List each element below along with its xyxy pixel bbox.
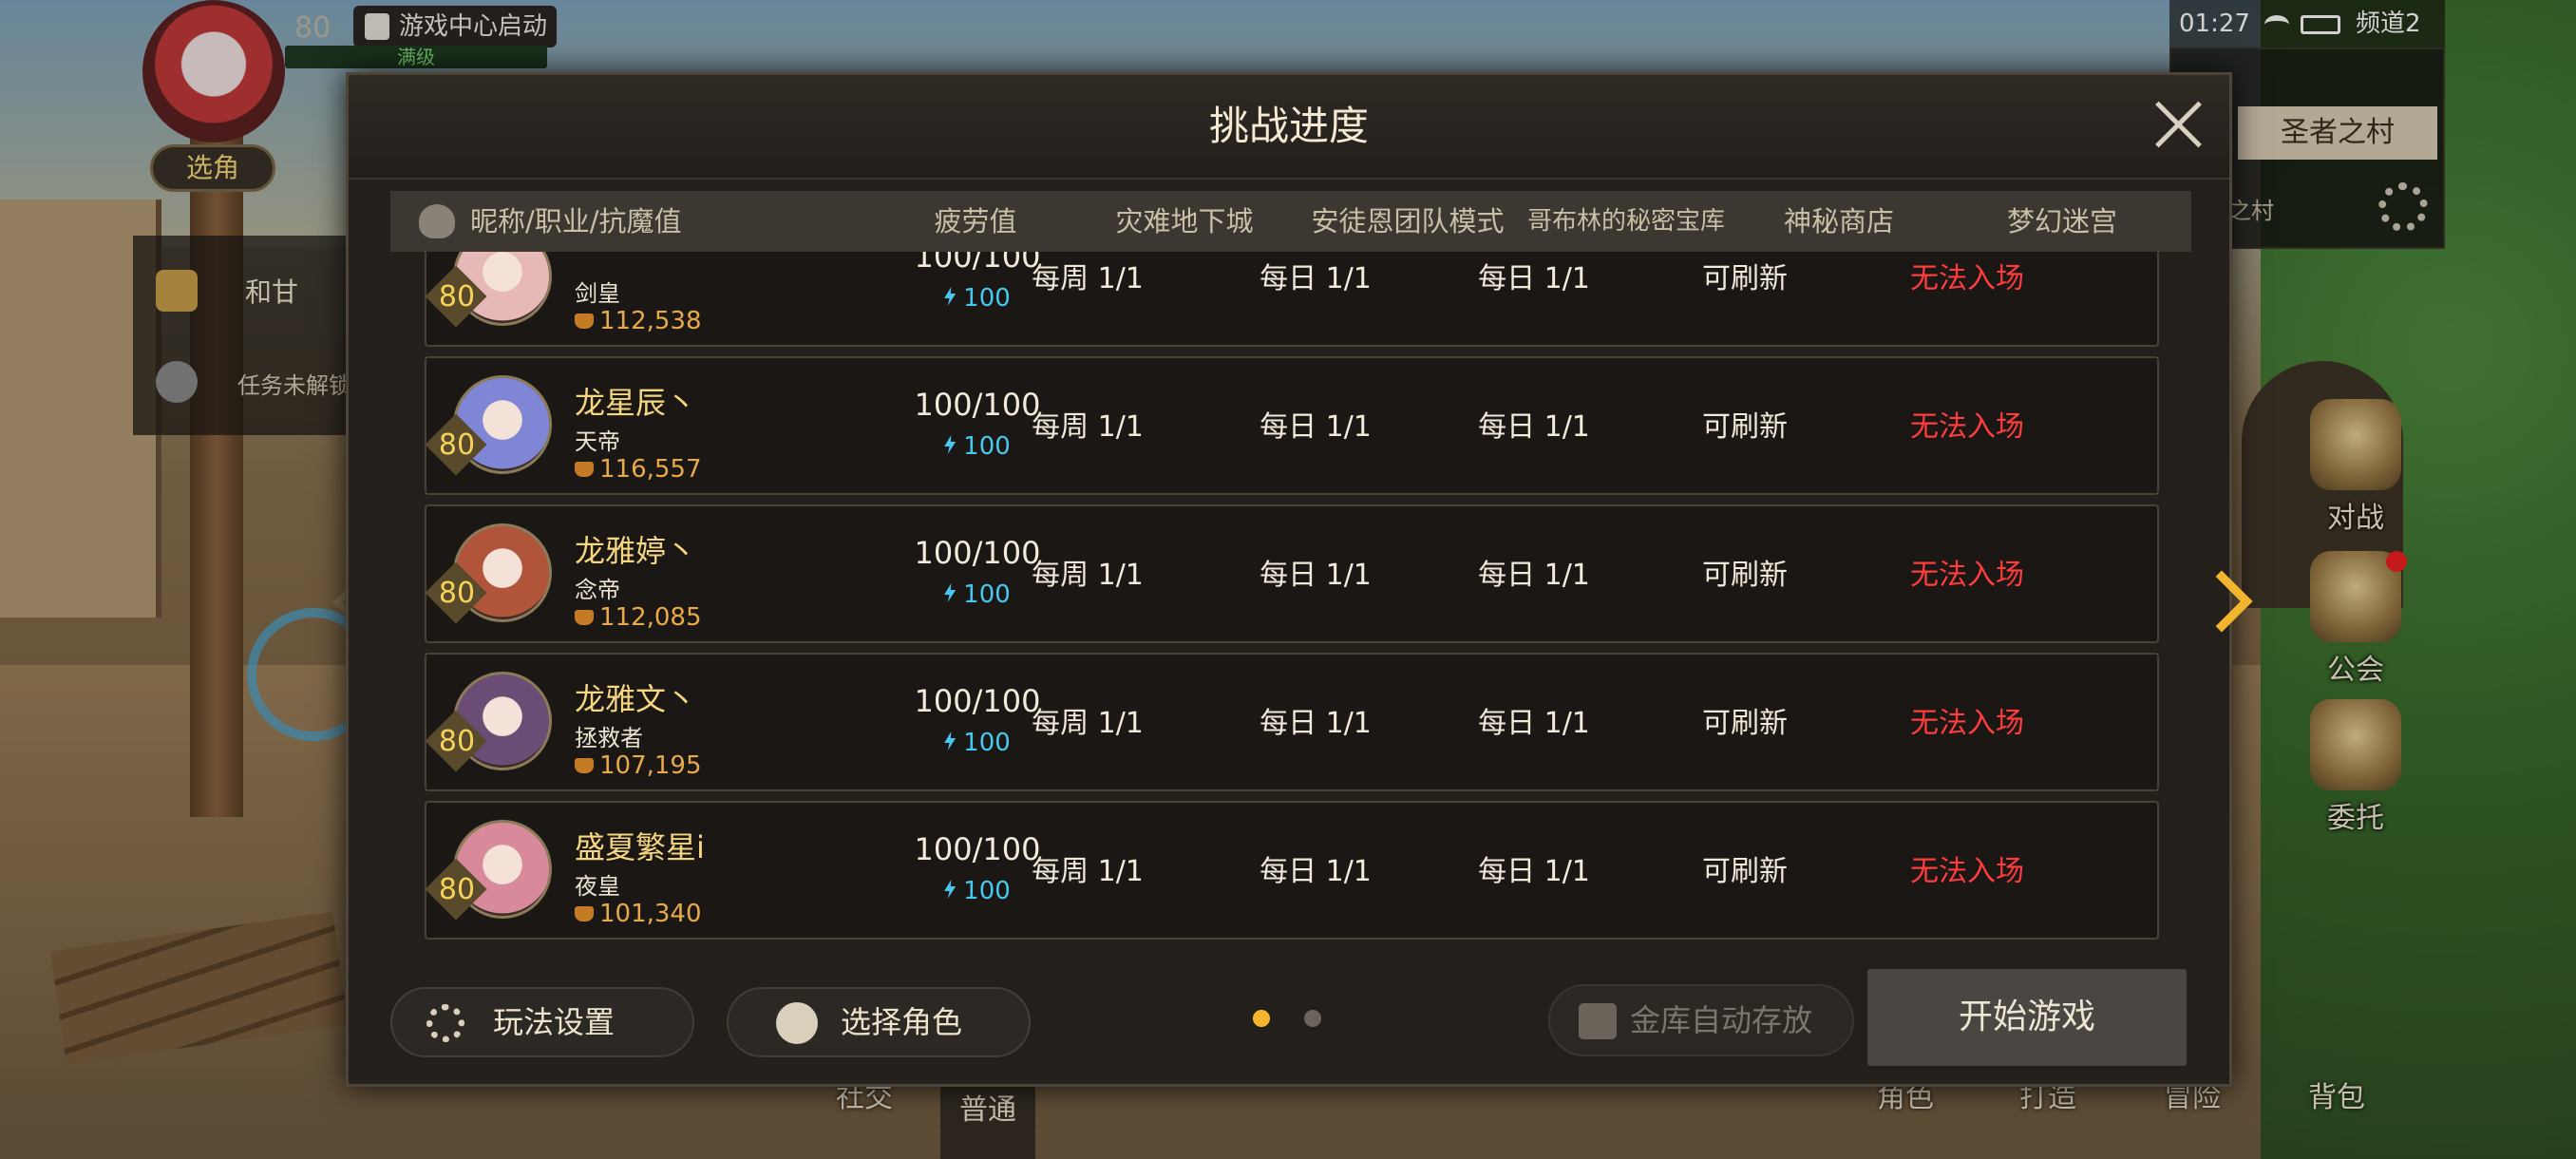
user-icon [419, 204, 455, 238]
vault-auto-store-label: 金库自动存放 [1630, 1002, 1813, 1038]
crown-icon [575, 462, 594, 477]
anti-magic-number: 112,538 [599, 307, 702, 335]
goblin-vault-count: 每日 1/1 [1478, 410, 1590, 444]
anton-raid-count: 每日 1/1 [1260, 410, 1372, 444]
anton-raid-count: 每日 1/1 [1260, 707, 1372, 740]
start-game-button[interactable]: 开始游戏 [1867, 969, 2187, 1066]
vault-icon [1579, 1003, 1617, 1039]
anti-magic-number: 112,085 [599, 603, 702, 632]
challenge-progress-dialog: 挑战进度 昵称/职业/抗魔值 疲劳值 灾难地下城 安徒恩团队模式 哥布林的秘密宝… [346, 72, 2232, 1087]
lightning-icon [944, 435, 957, 454]
page-dot[interactable] [1304, 1010, 1321, 1027]
dream-maze-status: 无法入场 [1910, 559, 2024, 592]
crown-icon [575, 758, 594, 773]
character-name: 龙雅婷丶 [575, 533, 697, 569]
column-goblin-vault: 哥布林的秘密宝库 [1526, 207, 1725, 236]
column-dream-maze: 梦幻迷宫 [2006, 205, 2117, 238]
character-level: 80 [438, 428, 476, 462]
mystery-shop-status: 可刷新 [1702, 559, 1788, 592]
lightning-icon [944, 583, 957, 602]
crown-icon [575, 906, 594, 922]
character-level: 80 [438, 577, 476, 610]
goblin-vault-count: 每日 1/1 [1478, 262, 1590, 295]
table-row[interactable]: 80 盛夏繁星i 夜皇 101,340 100/100 100 每周 1/1 每日 1/1 每日… [425, 801, 2159, 940]
dream-maze-status: 无法入场 [1910, 262, 2024, 295]
dream-maze-status: 无法入场 [1910, 410, 2024, 444]
anti-magic-value: 101,340 [575, 900, 702, 928]
anti-magic-number: 107,195 [599, 751, 702, 780]
anti-magic-number: 101,340 [599, 900, 702, 928]
close-icon[interactable] [2150, 96, 2207, 153]
dream-maze-status: 无法入场 [1910, 707, 2024, 740]
choose-role-label: 选择角色 [841, 1004, 963, 1040]
crown-icon [575, 610, 594, 625]
goblin-vault-count: 每日 1/1 [1478, 855, 1590, 888]
disaster-dungeon-count: 每周 1/1 [1032, 707, 1144, 740]
anti-magic-value: 112,538 [575, 307, 702, 335]
character-class: 夜皇 [575, 873, 620, 900]
character-name: 盛夏繁星i [575, 829, 705, 865]
lightning-icon [944, 732, 957, 750]
character-level: 80 [438, 725, 476, 758]
table-row[interactable]: 80 龙雅婷丶 念帝 112,085 100/100 100 每周 1/1 每日 1/1 每日 … [425, 504, 2159, 643]
column-name: 昵称/职业/抗魔值 [470, 205, 682, 238]
character-class: 念帝 [575, 577, 620, 603]
column-mystery-shop: 神秘商店 [1783, 205, 1894, 238]
anti-magic-number: 116,557 [599, 455, 702, 484]
column-fatigue: 疲劳值 [934, 205, 1017, 238]
character-class: 天帝 [575, 428, 620, 455]
play-settings-label: 玩法设置 [493, 1004, 616, 1040]
vault-auto-store-button[interactable]: 金库自动存放 [1548, 984, 1854, 1056]
character-list[interactable]: 80 剑皇 112,538 100/100 100 每周 1/1 每日 1/1 每日 1/1 可… [425, 252, 2159, 1019]
disaster-dungeon-count: 每周 1/1 [1032, 410, 1144, 444]
mystery-shop-status: 可刷新 [1702, 707, 1788, 740]
gear-icon [426, 1004, 464, 1042]
goblin-vault-count: 每日 1/1 [1478, 707, 1590, 740]
anton-raid-count: 每日 1/1 [1260, 262, 1372, 295]
anti-magic-value: 112,085 [575, 603, 702, 632]
anton-raid-count: 每日 1/1 [1260, 855, 1372, 888]
anti-magic-value: 107,195 [575, 751, 702, 780]
table-row[interactable]: 80 剑皇 112,538 100/100 100 每周 1/1 每日 1/1 每日 1/1 可… [425, 252, 2159, 347]
mystery-shop-status: 可刷新 [1702, 855, 1788, 888]
table-row[interactable]: 80 龙雅文丶 拯救者 107,195 100/100 100 每周 1/1 每日 1/1 每日… [425, 653, 2159, 791]
dialog-title: 挑战进度 [1208, 103, 1369, 149]
disaster-dungeon-count: 每周 1/1 [1032, 559, 1144, 592]
goblin-vault-count: 每日 1/1 [1478, 559, 1590, 592]
page-dot[interactable] [1253, 1010, 1270, 1027]
dream-maze-status: 无法入场 [1910, 855, 2024, 888]
character-level: 80 [438, 873, 476, 906]
character-level: 80 [438, 280, 476, 314]
lightning-icon [944, 880, 957, 899]
table-row[interactable]: 80 龙星辰丶 天帝 116,557 100/100 100 每周 1/1 每日 1/1 每日 … [425, 356, 2159, 495]
character-name: 龙雅文丶 [575, 681, 697, 717]
character-name: 龙星辰丶 [575, 385, 697, 421]
disaster-dungeon-count: 每周 1/1 [1032, 262, 1144, 295]
disaster-dungeon-count: 每周 1/1 [1032, 855, 1144, 888]
character-class: 拯救者 [575, 725, 643, 751]
choose-role-button[interactable]: 选择角色 [727, 987, 1031, 1057]
play-settings-button[interactable]: 玩法设置 [390, 987, 694, 1057]
mystery-shop-status: 可刷新 [1702, 262, 1788, 295]
character-class: 剑皇 [575, 280, 620, 307]
anti-magic-value: 116,557 [575, 455, 702, 484]
column-anton-raid: 安徒恩团队模式 [1311, 205, 1505, 238]
table-header: 昵称/职业/抗魔值 疲劳值 灾难地下城 安徒恩团队模式 哥布林的秘密宝库 神秘商… [390, 191, 2191, 252]
anton-raid-count: 每日 1/1 [1260, 559, 1372, 592]
mystery-shop-status: 可刷新 [1702, 410, 1788, 444]
character-icon [776, 1002, 818, 1044]
crown-icon [575, 314, 594, 329]
dialog-header: 挑战进度 [349, 75, 2229, 180]
column-disaster-dungeon: 灾难地下城 [1115, 205, 1254, 238]
lightning-icon [944, 287, 957, 306]
